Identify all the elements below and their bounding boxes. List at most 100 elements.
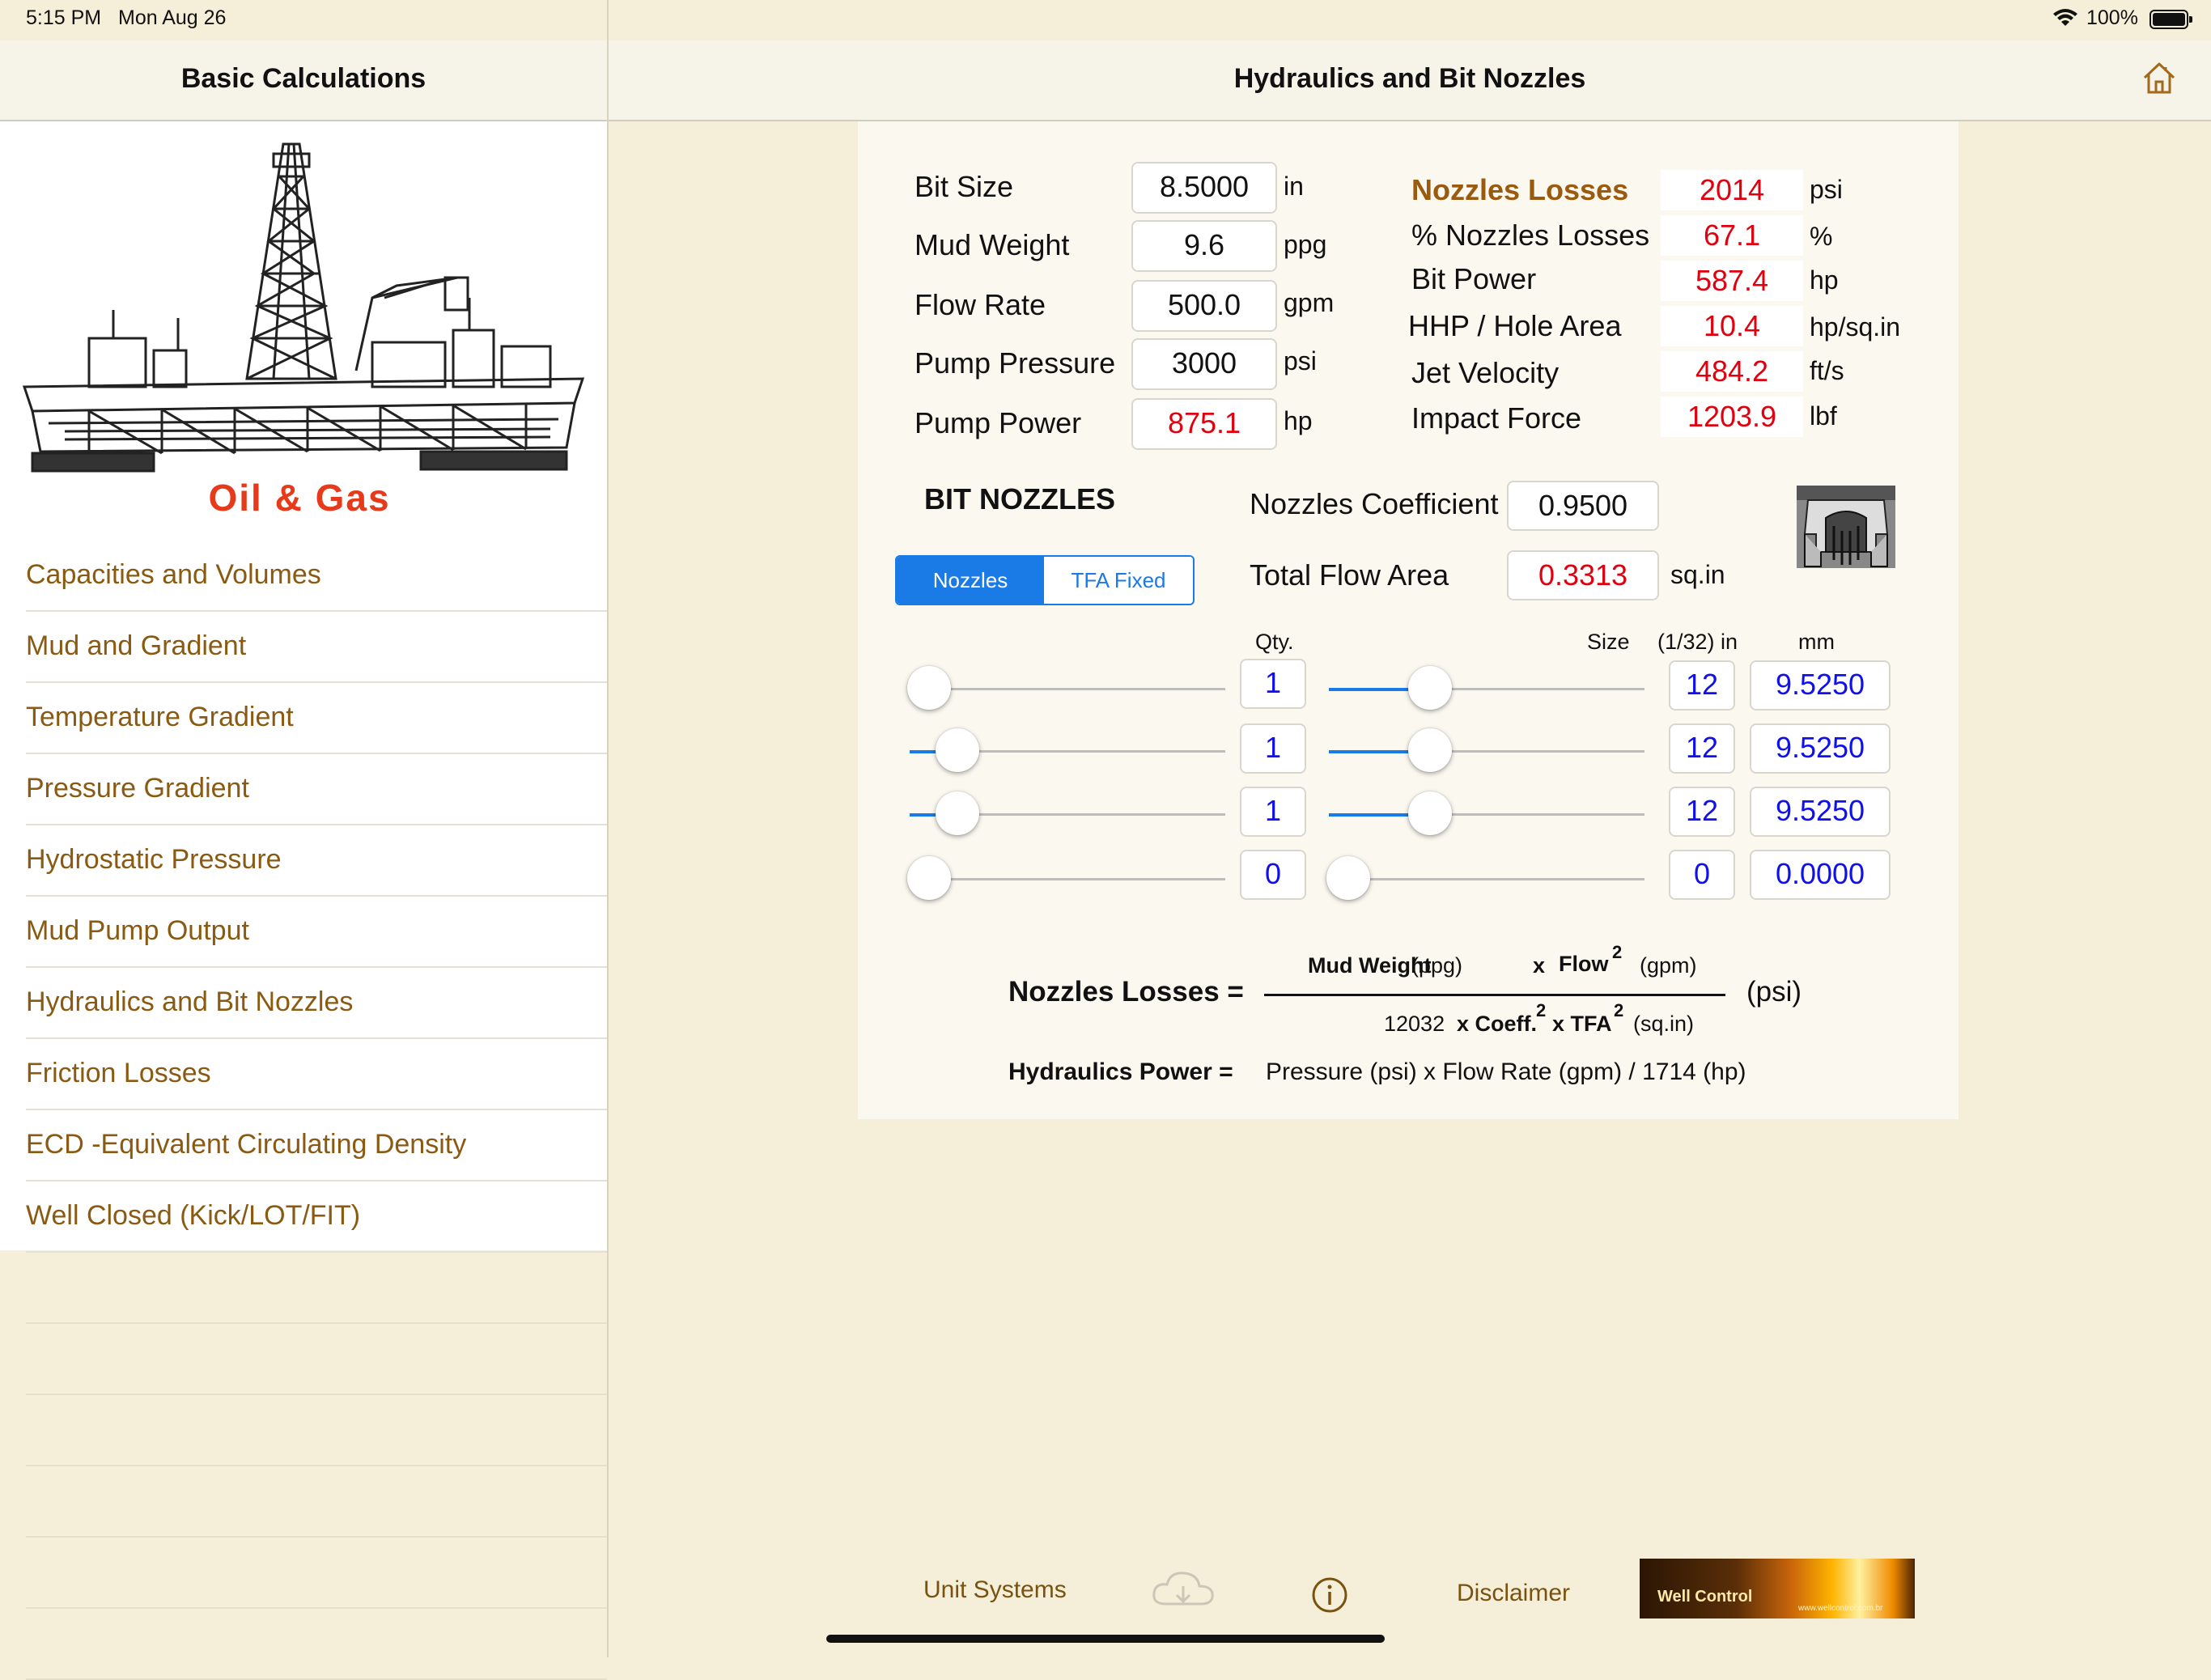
nozzle-2-size-slider-thumb[interactable] xyxy=(1408,728,1453,772)
qty-column-header: Qty. xyxy=(1255,630,1294,654)
empty-list-row xyxy=(26,1538,607,1609)
mm-column-header: mm xyxy=(1798,630,1835,654)
sidebar-item-temperature-gradient[interactable]: Temperature Gradient xyxy=(26,681,607,754)
well-control-logo[interactable]: Well Control www.wellcontrol.com.br xyxy=(1640,1559,1915,1618)
in32-column-header: (1/32) in xyxy=(1657,630,1738,654)
empty-list-row xyxy=(26,1466,607,1538)
pump-power-label: Pump Power xyxy=(915,406,1082,439)
nozzle-4-qty-slider-track[interactable] xyxy=(910,878,1225,880)
nozzle-1-size-slider-thumb[interactable] xyxy=(1408,666,1453,710)
bit-nozzles-title: BIT NOZZLES xyxy=(924,482,1115,515)
formula-sqin: (sq.in) xyxy=(1633,1012,1695,1036)
page-title: Hydraulics and Bit Nozzles xyxy=(1233,63,1586,94)
total-flow-area-label: Total Flow Area xyxy=(1250,558,1449,592)
nozzle-1-qty-slider-thumb[interactable] xyxy=(907,666,951,710)
nozzle-4-mm: 0.0000 xyxy=(1750,850,1891,900)
jet-velocity-unit: ft/s xyxy=(1810,356,1844,385)
formula-fraction-line xyxy=(1264,994,1725,996)
bit-size-label: Bit Size xyxy=(915,170,1014,203)
nozzle-1-qty-slider-track[interactable] xyxy=(910,688,1225,690)
total-flow-area-value: 0.3313 xyxy=(1507,550,1659,600)
pct-nozzles-losses-unit: % xyxy=(1810,222,1833,251)
well-control-logo-url: www.wellcontrol.com.br xyxy=(1798,1604,1883,1613)
nozzle-3-size-slider-thumb[interactable] xyxy=(1408,791,1453,835)
bit-nozzle-diagram-icon xyxy=(1797,486,1895,568)
total-flow-area-unit: sq.in xyxy=(1670,560,1725,589)
sidebar-item-pressure-gradient[interactable]: Pressure Gradient xyxy=(26,753,607,825)
sidebar-item-friction-losses[interactable]: Friction Losses xyxy=(26,1037,607,1110)
sidebar-item-hydrostatic-pressure[interactable]: Hydrostatic Pressure xyxy=(26,824,607,897)
pct-nozzles-losses-value: 67.1 xyxy=(1661,215,1803,256)
nozzle-4-size-slider-thumb[interactable] xyxy=(1326,856,1370,900)
nozzles-coefficient-label: Nozzles Coefficient xyxy=(1250,487,1499,520)
bit-size-input[interactable]: 8.5000 xyxy=(1131,162,1277,214)
bit-power-unit: hp xyxy=(1810,265,1839,295)
disclaimer-link[interactable]: Disclaimer xyxy=(1457,1580,1570,1607)
sidebar-item-well-closed[interactable]: Well Closed (Kick/LOT/FIT) xyxy=(26,1180,607,1253)
sidebar-item-capacities-and-volumes[interactable]: Capacities and Volumes xyxy=(26,539,607,612)
pump-power-value: 875.1 xyxy=(1131,398,1277,450)
pct-nozzles-losses-label: % Nozzles Losses xyxy=(1411,218,1650,252)
oil-gas-logo-text: Oil & Gas xyxy=(208,477,391,519)
unit-systems-link[interactable]: Unit Systems xyxy=(923,1576,1067,1604)
mud-weight-input[interactable]: 9.6 xyxy=(1131,220,1277,272)
segment-tfa-fixed[interactable]: TFA Fixed xyxy=(1044,557,1193,604)
battery-percent: 100% xyxy=(2086,6,2138,29)
nozzle-4-size[interactable]: 0 xyxy=(1669,850,1735,900)
jet-velocity-value: 484.2 xyxy=(1661,351,1803,392)
nozzle-1-size-slider-fill xyxy=(1329,687,1411,691)
sidebar-item-hydraulics-and-bit-nozzles[interactable]: Hydraulics and Bit Nozzles xyxy=(26,966,607,1039)
bit-size-unit: in xyxy=(1284,172,1304,201)
battery-icon xyxy=(2149,10,2192,29)
nozzle-3-size-slider-fill xyxy=(1329,812,1411,817)
sidebar-title: Basic Calculations xyxy=(180,63,426,94)
home-icon[interactable] xyxy=(2141,60,2177,95)
nozzle-4-qty[interactable]: 0 xyxy=(1240,850,1306,900)
formula-tfa: x TFA xyxy=(1552,1012,1612,1036)
nozzle-2-qty[interactable]: 1 xyxy=(1240,723,1306,774)
impact-force-label: Impact Force xyxy=(1411,401,1582,435)
home-indicator xyxy=(826,1635,1385,1643)
well-control-logo-text: Well Control xyxy=(1657,1588,1753,1606)
nozzle-2-qty-slider-thumb[interactable] xyxy=(936,728,980,772)
empty-list-row xyxy=(26,1324,607,1395)
oil-rig-illustration xyxy=(22,142,585,473)
jet-velocity-label: Jet Velocity xyxy=(1411,356,1560,389)
formula-ppg: (ppg) xyxy=(1411,953,1463,978)
segment-nozzles[interactable]: Nozzles xyxy=(897,557,1044,604)
flow-rate-input[interactable]: 500.0 xyxy=(1131,280,1277,332)
pump-pressure-input[interactable]: 3000 xyxy=(1131,338,1277,390)
sidebar-item-mud-pump-output[interactable]: Mud Pump Output xyxy=(26,895,607,968)
nozzles-losses-unit: psi xyxy=(1810,175,1843,204)
sidebar-item-ecd[interactable]: ECD -Equivalent Circulating Density xyxy=(26,1109,607,1182)
nozzle-4-qty-slider-thumb[interactable] xyxy=(907,856,951,900)
nozzle-3-qty-slider-thumb[interactable] xyxy=(936,791,980,835)
cloud-download-icon[interactable] xyxy=(1149,1567,1217,1612)
nozzle-4-size-slider-track[interactable] xyxy=(1329,878,1644,880)
formula-gpm: (gpm) xyxy=(1640,953,1697,978)
nozzle-3-size[interactable]: 12 xyxy=(1669,787,1735,837)
formula-x: x xyxy=(1533,953,1546,978)
impact-force-value: 1203.9 xyxy=(1661,397,1803,437)
nozzle-2-size[interactable]: 12 xyxy=(1669,723,1735,774)
hydraulics-power-formula-rhs: Pressure (psi) x Flow Rate (gpm) / 1714 … xyxy=(1266,1058,1746,1085)
empty-list-row xyxy=(26,1609,607,1680)
pump-pressure-label: Pump Pressure xyxy=(915,346,1116,380)
flow-rate-unit: gpm xyxy=(1284,288,1335,317)
nozzle-2-size-slider-fill xyxy=(1329,749,1411,753)
mud-weight-label: Mud Weight xyxy=(915,228,1070,261)
flow-rate-label: Flow Rate xyxy=(915,288,1046,321)
sidebar-item-mud-and-gradient[interactable]: Mud and Gradient xyxy=(26,610,607,683)
nozzle-3-qty[interactable]: 1 xyxy=(1240,787,1306,837)
nozzle-1-size[interactable]: 12 xyxy=(1669,660,1735,711)
bit-power-label: Bit Power xyxy=(1411,262,1537,295)
info-icon[interactable] xyxy=(1311,1576,1348,1614)
nozzle-3-mm: 9.5250 xyxy=(1750,787,1891,837)
pump-pressure-unit: psi xyxy=(1284,346,1317,375)
nozzles-losses-label: Nozzles Losses xyxy=(1411,173,1629,206)
formula-flow: Flow xyxy=(1559,952,1609,976)
impact-force-unit: lbf xyxy=(1810,401,1837,431)
nozzles-coefficient-input[interactable]: 0.9500 xyxy=(1507,481,1659,531)
nozzle-1-qty[interactable]: 1 xyxy=(1240,659,1306,709)
mud-weight-unit: ppg xyxy=(1284,230,1327,259)
